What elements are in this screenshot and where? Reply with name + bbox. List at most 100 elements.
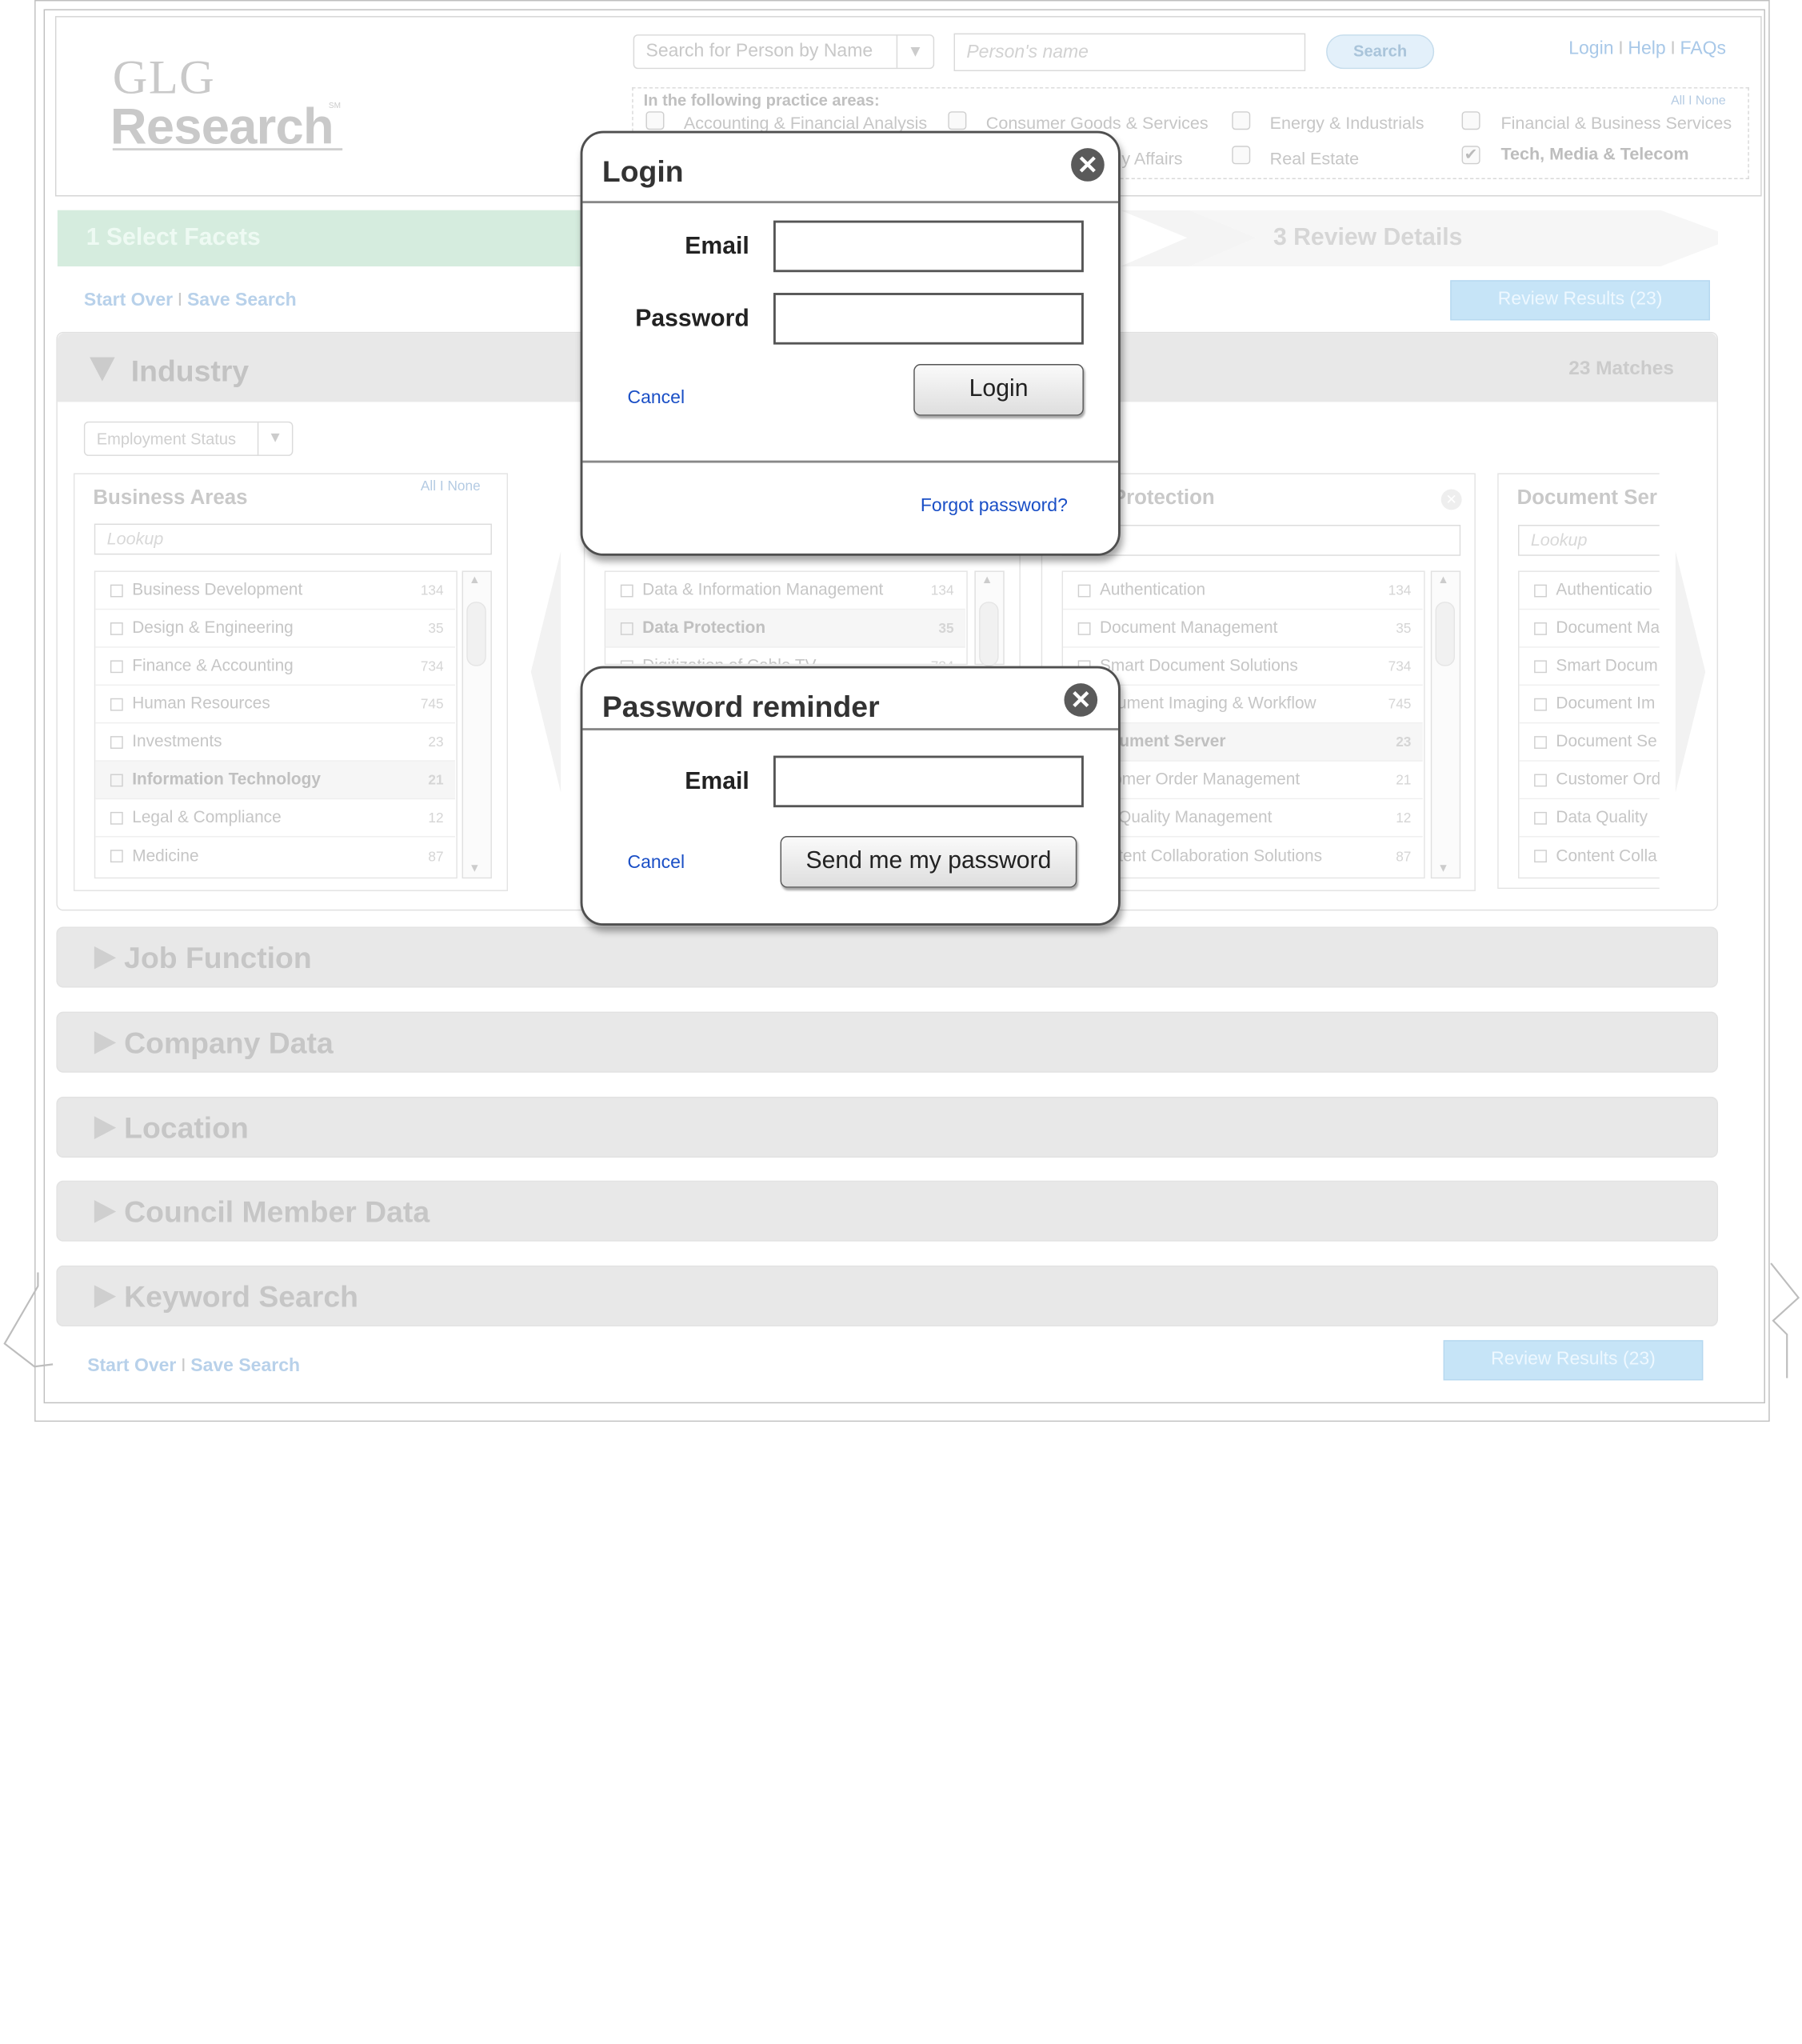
login-link[interactable]: Login	[1568, 39, 1613, 58]
cancel-link[interactable]: Cancel	[627, 854, 685, 874]
employment-status-dropdown[interactable]: Employment Status ▼	[83, 421, 294, 456]
list-item[interactable]: Design & Engineering 35	[95, 610, 455, 648]
send-password-button[interactable]: Send me my password	[780, 836, 1077, 888]
list-item[interactable]: Data Quality	[1519, 799, 1660, 838]
checkbox[interactable]	[110, 811, 123, 824]
help-link[interactable]: Help	[1628, 39, 1665, 58]
list-item[interactable]: Investments 23	[95, 723, 455, 762]
list-item[interactable]: Authentication 134	[1063, 572, 1423, 610]
checkbox[interactable]	[110, 698, 123, 710]
practice-checkbox[interactable]	[645, 111, 665, 130]
email-field[interactable]	[773, 755, 1084, 808]
list-item[interactable]: Information Technology 21	[95, 761, 455, 800]
facet-lookup-input[interactable]: Lookup	[1518, 525, 1660, 556]
scroll-left-icon[interactable]	[530, 551, 563, 793]
list-item[interactable]: Content Colla	[1519, 837, 1659, 874]
checkbox[interactable]	[110, 850, 123, 863]
scroll-thumb[interactable]	[1435, 602, 1455, 666]
scroll-up-icon[interactable]: ▲	[1437, 574, 1448, 587]
section-company-data[interactable]: Company Data	[56, 1011, 1719, 1073]
list-item[interactable]: Data & Information Management 134	[605, 572, 965, 610]
list-item[interactable]: Legal & Compliance 12	[95, 799, 455, 838]
checkbox[interactable]	[1534, 659, 1547, 673]
checkbox[interactable]	[1534, 583, 1547, 597]
list-item[interactable]: Data Protection 35	[605, 610, 965, 648]
checkbox[interactable]	[1077, 583, 1091, 597]
login-button[interactable]: Login	[913, 364, 1084, 416]
scroll-up-icon[interactable]: ▲	[469, 574, 480, 587]
checkbox[interactable]	[1534, 811, 1547, 824]
save-search-link[interactable]: Save Search	[190, 1356, 300, 1375]
scroll-down-icon[interactable]: ▼	[469, 862, 480, 875]
checkbox[interactable]	[110, 773, 123, 786]
checkbox[interactable]	[110, 735, 123, 749]
start-over-link[interactable]: Start Over	[87, 1356, 176, 1375]
checkbox[interactable]	[620, 659, 633, 664]
facet-lookup-input[interactable]: p	[1061, 525, 1461, 556]
checkbox[interactable]	[110, 583, 123, 597]
none-link[interactable]: None	[1696, 94, 1726, 108]
checkbox[interactable]	[1534, 698, 1547, 710]
all-link[interactable]: All	[1671, 94, 1685, 108]
checkbox[interactable]	[1534, 622, 1547, 635]
close-icon[interactable]: ✕	[1064, 683, 1098, 717]
person-name-input[interactable]: Person's name	[953, 33, 1306, 72]
cancel-link[interactable]: Cancel	[627, 388, 685, 409]
checkbox[interactable]	[110, 622, 123, 635]
practice-checkbox[interactable]	[1461, 111, 1480, 130]
section-council-member-data[interactable]: Council Member Data	[56, 1180, 1719, 1242]
start-over-link[interactable]: Start Over	[84, 290, 173, 310]
list-item[interactable]: Human Resources 745	[95, 686, 455, 724]
section-job-function[interactable]: Job Function	[56, 926, 1719, 988]
scroll-down-icon[interactable]: ▼	[1437, 862, 1448, 875]
all-link[interactable]: All	[421, 478, 436, 494]
practice-checkbox[interactable]	[1232, 111, 1251, 130]
save-search-link[interactable]: Save Search	[187, 290, 297, 310]
checkbox[interactable]	[620, 622, 633, 635]
review-results-button[interactable]: Review Results (23)	[1443, 1340, 1704, 1381]
list-item[interactable]: Document Im	[1519, 686, 1660, 724]
checkbox[interactable]	[1534, 735, 1547, 749]
search-mode-dropdown[interactable]: Search for Person by Name ▼	[633, 34, 935, 70]
close-icon[interactable]: ✕	[1440, 489, 1462, 510]
facet-lookup-input[interactable]: Lookup	[94, 523, 492, 555]
facet-scrollbar[interactable]: ▲ ▼	[461, 570, 492, 879]
scroll-thumb[interactable]	[979, 602, 999, 666]
list-item[interactable]: Authenticatio	[1519, 572, 1660, 610]
item-label: Content Colla	[1556, 846, 1657, 866]
close-icon[interactable]: ✕	[1071, 148, 1105, 182]
list-item[interactable]: Document Se	[1519, 723, 1660, 762]
checkbox[interactable]	[1534, 850, 1547, 863]
list-item[interactable]: Smart Docum	[1519, 648, 1660, 686]
checkmark-icon[interactable]: ✔	[1461, 146, 1480, 165]
section-location[interactable]: Location	[56, 1096, 1719, 1158]
scroll-up-icon[interactable]: ▲	[981, 574, 993, 587]
list-item[interactable]: Business Development 134	[95, 572, 455, 610]
checkbox[interactable]	[1077, 622, 1091, 635]
practice-checkbox[interactable]	[948, 111, 967, 130]
step-review-details[interactable]: 3 Review Details	[1273, 224, 1462, 251]
step-select-facets[interactable]: 1 Select Facets	[57, 210, 598, 267]
practice-checkbox[interactable]	[1232, 146, 1251, 165]
facet-scrollbar[interactable]: ▲	[974, 570, 1005, 666]
email-field[interactable]	[773, 220, 1084, 273]
list-item[interactable]: Finance & Accounting 734	[95, 648, 455, 686]
list-item[interactable]: Digitization of Cable TV 734	[605, 648, 965, 664]
scroll-thumb[interactable]	[466, 602, 486, 666]
list-item[interactable]: Customer Ord	[1519, 762, 1660, 800]
review-results-button[interactable]: Review Results (23)	[1450, 280, 1710, 321]
none-link[interactable]: None	[447, 478, 480, 494]
checkbox[interactable]	[1534, 773, 1547, 786]
facet-scrollbar[interactable]: ▲ ▼	[1430, 570, 1461, 879]
faqs-link[interactable]: FAQs	[1680, 39, 1726, 58]
list-item[interactable]: Document Management 35	[1063, 610, 1423, 648]
search-button[interactable]: Search	[1326, 34, 1435, 70]
scroll-right-icon[interactable]	[1673, 551, 1706, 793]
list-item[interactable]: Document Ma	[1519, 610, 1660, 648]
password-field[interactable]	[773, 293, 1084, 345]
checkbox[interactable]	[620, 583, 633, 597]
section-keyword-search[interactable]: Keyword Search	[56, 1265, 1719, 1327]
forgot-password-link[interactable]: Forgot password?	[921, 496, 1068, 517]
checkbox[interactable]	[110, 659, 123, 673]
list-item[interactable]: Medicine 87	[95, 837, 455, 874]
